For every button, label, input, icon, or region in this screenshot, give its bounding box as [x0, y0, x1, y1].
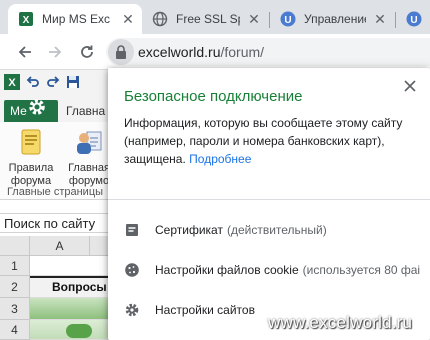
site-info-popup: Безопасное подключение Информация, котор…: [108, 68, 430, 340]
tab-upravlenie[interactable]: U Управление ✕: [270, 4, 394, 34]
globe-icon: [152, 11, 168, 27]
address-bar[interactable]: excelworld.ru/forum/: [106, 38, 430, 66]
cell-a4[interactable]: [30, 320, 110, 340]
divider: [108, 199, 430, 200]
gear-icon: [124, 302, 140, 318]
row-header-3[interactable]: 3: [0, 298, 30, 320]
certificate-row[interactable]: Сертификат (действительный): [108, 210, 430, 250]
u-badge-icon: U: [406, 11, 422, 27]
gear-icon: [26, 96, 48, 118]
close-icon[interactable]: ✕: [246, 11, 262, 27]
popup-body-text: Информация, которую вы сообщаете этому с…: [124, 116, 403, 166]
tab-strip: X Мир MS Exc ✕ Free SSL Spa ✕ U Управлен…: [0, 0, 430, 34]
forward-button[interactable]: [42, 39, 68, 65]
popup-description: Информация, которую вы сообщаете этому с…: [124, 114, 416, 168]
certificate-label: Сертификат: [155, 223, 223, 237]
tab-home[interactable]: Главна: [66, 104, 105, 118]
scroll-icon: [15, 126, 47, 158]
svg-text:X: X: [8, 77, 16, 89]
site-search-text: Поиск по сайту: [4, 216, 96, 231]
url-text: excelworld.ru/forum/: [138, 44, 264, 60]
lock-icon: [116, 45, 126, 59]
reload-icon: [81, 45, 93, 58]
close-icon[interactable]: ✕: [120, 11, 136, 27]
column-header-b[interactable]: [90, 236, 110, 256]
cell-a1[interactable]: [30, 256, 110, 276]
column-header-a[interactable]: A: [30, 236, 90, 256]
reload-button[interactable]: [74, 39, 100, 65]
back-button[interactable]: [12, 39, 38, 65]
arrow-left-icon: [18, 46, 31, 58]
close-icon[interactable]: ✕: [372, 11, 388, 27]
cookies-status: (используется 80 фаі: [302, 263, 421, 277]
certificate-icon: [124, 222, 140, 238]
rules-label-1: Правила: [8, 162, 54, 174]
cell-a2[interactable]: Вопросы: [30, 276, 110, 298]
browser-toolbar: excelworld.ru/forum/: [0, 34, 430, 70]
tab-title: Управление: [304, 12, 366, 26]
excel-icon: X: [18, 11, 34, 27]
cell-a2-text: Вопросы: [52, 280, 107, 294]
users-icon: [73, 126, 105, 158]
rules-button[interactable]: Правила форума: [6, 126, 56, 188]
tab-fourth[interactable]: U: [396, 4, 430, 34]
certificate-status: (действительный): [226, 223, 327, 237]
save-icon[interactable]: [66, 75, 80, 92]
popup-close-button[interactable]: [400, 76, 420, 96]
arrow-right-icon: [49, 46, 62, 58]
tab-title: Мир MS Exc: [42, 12, 111, 26]
ribbon-group-label: Главные страницы: [6, 186, 104, 198]
watermark-text: www.excelworld.ru: [268, 313, 413, 332]
svg-text:U: U: [284, 15, 291, 26]
row-header-1[interactable]: 1: [0, 256, 30, 276]
site-settings-label: Настройки сайтов: [155, 303, 255, 317]
row-header-2[interactable]: 2: [0, 276, 30, 298]
row-header-4[interactable]: 4: [0, 320, 30, 340]
tab-title: Free SSL Spa: [176, 12, 240, 26]
menu-tab-label: Ме: [10, 104, 27, 118]
green-shape-icon: [66, 324, 92, 338]
excel-logo-icon: X: [4, 73, 20, 93]
forum-label-1: Главная: [68, 162, 110, 174]
svg-text:U: U: [410, 15, 417, 26]
forum-home-button[interactable]: Главная форумо: [64, 126, 114, 188]
cookies-row[interactable]: Настройки файлов cookie (используется 80…: [108, 250, 430, 290]
redo-icon[interactable]: [46, 75, 60, 92]
url-host: excelworld.ru: [138, 44, 221, 60]
corner-header[interactable]: [0, 236, 30, 256]
u-badge-icon: U: [280, 11, 296, 27]
close-icon: [404, 80, 416, 92]
learn-more-link[interactable]: Подробнее: [189, 152, 251, 166]
cookie-icon: [124, 262, 140, 278]
tab-free-ssl[interactable]: Free SSL Spa ✕: [142, 4, 268, 34]
cell-a3[interactable]: [30, 298, 110, 320]
undo-icon[interactable]: [26, 75, 40, 92]
url-path: /forum/: [220, 44, 265, 60]
site-info-button[interactable]: [108, 39, 134, 65]
svg-text:X: X: [23, 15, 30, 26]
tab-excelworld[interactable]: X Мир MS Exc ✕: [8, 4, 142, 34]
cookies-label: Настройки файлов cookie: [155, 263, 299, 277]
popup-title: Безопасное подключение: [124, 88, 303, 105]
